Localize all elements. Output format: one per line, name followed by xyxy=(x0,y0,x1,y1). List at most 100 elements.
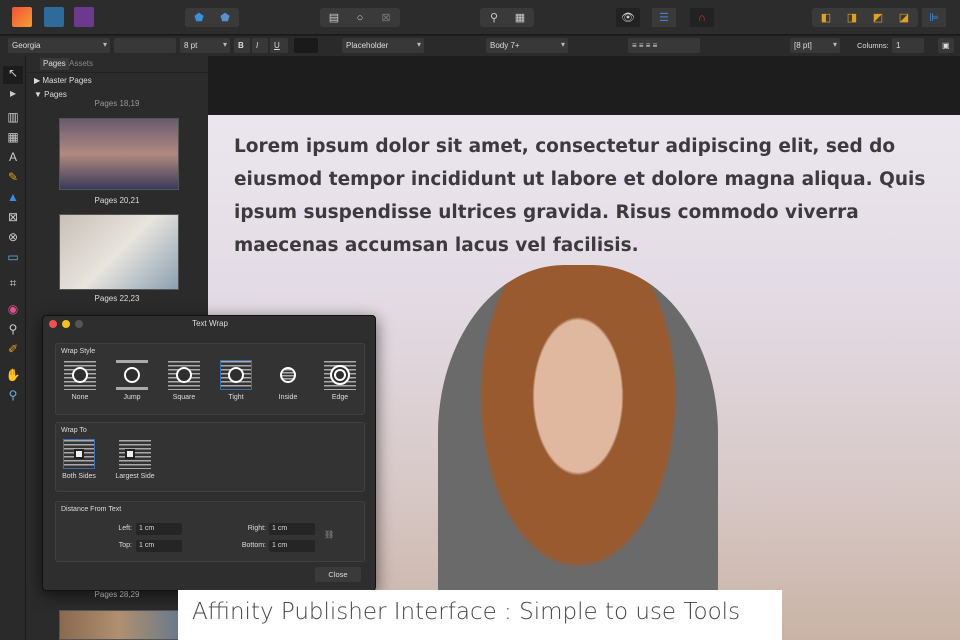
top-label: Top: xyxy=(118,542,132,549)
wrap-square-option[interactable]: Square xyxy=(166,360,202,401)
caption: Affinity Publisher Interface : Simple to… xyxy=(178,590,782,640)
font-style-select[interactable] xyxy=(114,38,176,53)
font-size-field[interactable]: 8 pt xyxy=(180,38,230,53)
baseline-grid-icon[interactable]: ☰ xyxy=(652,8,676,27)
largest-side-option[interactable]: Largest Side xyxy=(112,439,158,480)
text-color-swatch[interactable] xyxy=(294,38,318,53)
option-label: None xyxy=(71,394,89,401)
eyedropper-icon[interactable]: ✐ xyxy=(3,342,23,360)
move-backward-icon[interactable]: ◨ xyxy=(840,8,864,27)
bottom-distance-field[interactable]: 1 cm xyxy=(269,540,315,552)
underline-button[interactable]: U xyxy=(270,38,288,53)
italic-button[interactable]: I xyxy=(252,38,268,53)
page-thumbnail[interactable] xyxy=(59,118,179,190)
move-tool-icon[interactable]: ↖ xyxy=(3,66,23,84)
tab-assets[interactable]: Assets xyxy=(66,58,96,70)
distance-section: Distance From Text Left: 1 cm Top: 1 cm … xyxy=(55,501,365,562)
move-back-icon[interactable]: ◧ xyxy=(814,8,838,27)
page-thumbnail[interactable] xyxy=(59,214,179,290)
designer-persona-icon[interactable] xyxy=(44,7,64,27)
no-share-icon[interactable]: ⬟ xyxy=(213,8,237,27)
page-label: Pages 20,21 xyxy=(94,196,140,205)
columns-label: Columns: xyxy=(857,41,889,50)
context-toolbar: Georgia 8 pt B I U Placeholder Body 7+ ≡… xyxy=(0,36,960,56)
publisher-persona-icon[interactable] xyxy=(12,7,32,27)
move-forward-icon[interactable]: ◩ xyxy=(866,8,890,27)
right-label: Right: xyxy=(247,525,266,532)
body-text[interactable]: Lorem ipsum dolor sit amet, consectetur … xyxy=(234,130,944,262)
pin-group: ⚲ ▦ xyxy=(480,8,534,27)
shape-tool-icon[interactable]: ▲ xyxy=(3,190,23,208)
master-pages-row[interactable]: ▶ Master Pages xyxy=(26,72,208,87)
wrap-tight-option[interactable]: Tight xyxy=(218,360,254,401)
option-label: Square xyxy=(172,394,196,401)
table-tool-icon[interactable]: ▦ xyxy=(3,130,23,148)
left-distance-field[interactable]: 1 cm xyxy=(136,523,182,535)
snapping-magnet-icon[interactable]: ∩ xyxy=(690,8,714,27)
alignment-buttons[interactable]: ≡ ≡ ≡ ≡ xyxy=(628,38,700,53)
arrange-group: ◧ ◨ ◩ ◪ xyxy=(812,8,918,27)
page-icon[interactable]: ▤ xyxy=(322,8,346,27)
wrap-style-section: Wrap Style None Jump Square Tight Inside… xyxy=(55,343,365,415)
wrap-inside-option[interactable]: Inside xyxy=(270,360,306,401)
distance-title: Distance From Text xyxy=(61,506,122,513)
move-front-icon[interactable]: ◪ xyxy=(892,8,916,27)
wrap-jump-option[interactable]: Jump xyxy=(114,360,150,401)
preview-icon[interactable]: 👁 xyxy=(616,8,640,27)
ellipse-frame-icon[interactable]: ⊗ xyxy=(3,230,23,248)
text-wrap-dialog: Text Wrap Wrap Style None Jump Square Ti… xyxy=(42,315,376,591)
page-label: Pages 18,19 xyxy=(94,99,140,108)
link-icon[interactable]: ⛓ xyxy=(324,530,334,539)
tools-panel: ↖ ▸ ▥ ▦ A ✎ ▲ ⊠ ⊗ ▭ ⌗ ◉ ⚲ ✐ ✋ ⚲ xyxy=(0,56,26,640)
both-sides-option[interactable]: Both Sides xyxy=(58,439,100,480)
wrap-edge-option[interactable]: Edge xyxy=(322,360,358,401)
font-family-select[interactable]: Georgia xyxy=(8,38,110,53)
wrap-style-options: None Jump Square Tight Inside Edge xyxy=(62,360,358,401)
zoom-tool-icon[interactable]: ⚲ xyxy=(3,388,23,406)
picture-frame-icon[interactable]: ⊠ xyxy=(3,210,23,228)
node-tool-icon[interactable]: ▸ xyxy=(3,86,23,104)
text-wrap-icon[interactable]: ▦ xyxy=(508,8,532,27)
color-picker-icon[interactable]: ◉ xyxy=(3,302,23,320)
top-distance-field[interactable]: 1 cm xyxy=(136,540,182,552)
master-pages-label: Master Pages xyxy=(42,76,92,85)
spacing-field[interactable]: [8 pt] xyxy=(790,38,840,53)
share-group: ⬟ ⬟ xyxy=(185,8,239,27)
dialog-title: Text Wrap xyxy=(192,319,228,328)
character-style-select[interactable]: Placeholder xyxy=(342,38,424,53)
wrap-none-option[interactable]: None xyxy=(62,360,98,401)
option-label: Jump xyxy=(123,394,141,401)
crop-tool-icon[interactable]: ⌗ xyxy=(3,276,23,294)
upload-icon[interactable]: ⬟ xyxy=(187,8,211,27)
photo-persona-icon[interactable] xyxy=(74,7,94,27)
option-label: Both Sides xyxy=(62,473,96,480)
align-icon[interactable]: ⊫ xyxy=(922,8,946,27)
columns-field[interactable]: 1 xyxy=(892,38,924,53)
bottom-label: Bottom: xyxy=(241,542,266,549)
wrap-style-title: Wrap Style xyxy=(61,348,96,355)
left-label: Left: xyxy=(118,525,132,532)
pen-tool-icon[interactable]: ✎ xyxy=(3,170,23,188)
option-label: Edge xyxy=(331,394,349,401)
bold-button[interactable]: B xyxy=(234,38,250,53)
woman-photo xyxy=(438,265,718,640)
text-frame-tool-icon[interactable]: ▥ xyxy=(3,110,23,128)
page-label: Pages 22,23 xyxy=(94,294,140,303)
option-label: Tight xyxy=(228,394,244,401)
place-image-icon[interactable]: ▭ xyxy=(3,250,23,268)
right-distance-field[interactable]: 1 cm xyxy=(269,523,315,535)
close-button[interactable]: Close xyxy=(315,567,361,582)
paragraph-style-select[interactable]: Body 7+ xyxy=(486,38,568,53)
artistic-text-icon[interactable]: A xyxy=(3,150,23,168)
tab-pages[interactable]: Pages xyxy=(40,58,69,70)
pin-icon[interactable]: ⚲ xyxy=(482,8,506,27)
wrap-to-options: Both Sides Largest Side xyxy=(58,439,158,480)
fill-tool-icon[interactable]: ⚲ xyxy=(3,322,23,340)
close-box-icon[interactable]: ⊠ xyxy=(374,8,398,27)
option-label: Largest Side xyxy=(115,473,155,480)
circle-icon[interactable]: ○ xyxy=(348,8,372,27)
wrap-to-section: Wrap To Both Sides Largest Side xyxy=(55,422,365,492)
hand-tool-icon[interactable]: ✋ xyxy=(3,368,23,386)
page-thumbnail[interactable] xyxy=(59,610,179,640)
frame-icon[interactable]: ▣ xyxy=(938,38,954,53)
